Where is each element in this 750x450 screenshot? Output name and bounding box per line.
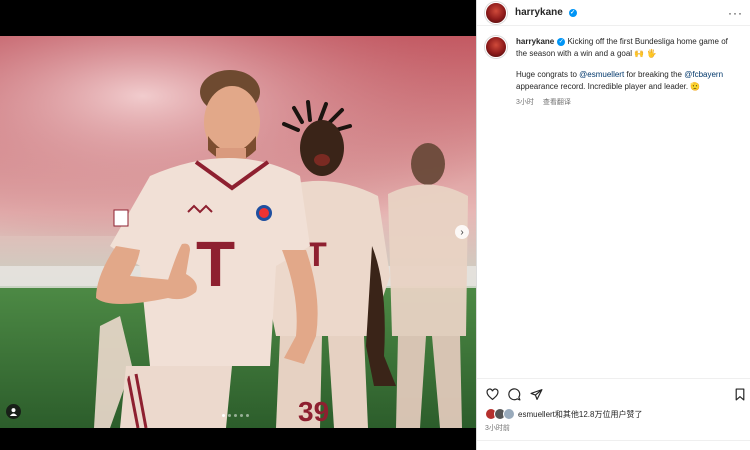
post-header: harrykane ✓ ···	[477, 0, 750, 26]
comment-area-divider	[477, 440, 750, 450]
caption-avatar[interactable]	[485, 36, 507, 58]
carousel-dot	[246, 414, 249, 417]
liker-avatars	[485, 408, 515, 420]
carousel-next-button[interactable]: ›	[455, 225, 469, 239]
likes-text[interactable]: esmuellert和其他12.8万位用户赞了	[518, 409, 642, 420]
username-text[interactable]: harrykane	[515, 7, 563, 18]
football-celebration-image: T 39 T	[0, 36, 476, 428]
mention-link-fcbayern[interactable]: @fcbayern	[684, 70, 723, 79]
tagged-users-button[interactable]	[6, 404, 21, 419]
caption-text-segment: appearance record. Incredible player and…	[516, 82, 701, 91]
post-media: T 39 T ›	[0, 0, 476, 450]
paper-plane-icon	[529, 388, 543, 400]
user-icon	[9, 408, 18, 416]
caption-text-segment: for breaking the	[624, 70, 685, 79]
carousel-dot	[222, 414, 225, 417]
header-username[interactable]: harrykane ✓	[515, 7, 577, 18]
save-button[interactable]	[733, 387, 747, 401]
verified-badge-icon: ✓	[568, 9, 577, 17]
carousel-dot	[228, 414, 231, 417]
jersey-number: 39	[298, 396, 329, 427]
caption-meta: 3小时 查看翻译	[516, 97, 741, 109]
caption-username[interactable]: harrykane	[516, 37, 554, 46]
carousel-indicator	[222, 414, 249, 417]
post-photo[interactable]: T 39 T	[0, 36, 476, 428]
caption-timestamp: 3小时	[516, 99, 534, 106]
post-caption: harrykane ✓ Kicking off the first Bundesl…	[477, 26, 750, 109]
comment-button[interactable]	[507, 387, 521, 401]
chevron-right-icon: ›	[460, 226, 464, 238]
bookmark-icon	[735, 387, 745, 401]
action-bar	[477, 378, 750, 409]
avatar	[503, 408, 515, 420]
like-button[interactable]	[485, 387, 499, 401]
carousel-dot	[234, 414, 237, 417]
mention-link-esmuellert[interactable]: @esmuellert	[579, 70, 624, 79]
more-options-icon[interactable]: ···	[728, 6, 743, 20]
caption-text: harrykane ✓ Kicking off the first Bundesl…	[516, 36, 741, 60]
likes-summary[interactable]: esmuellert和其他12.8万位用户赞了	[485, 408, 642, 420]
heart-icon	[485, 387, 499, 400]
translate-link[interactable]: 查看翻译	[543, 99, 571, 106]
post-timestamp: 3小时前	[485, 425, 510, 432]
carousel-dot	[240, 414, 243, 417]
share-button[interactable]	[529, 387, 543, 401]
caption-text-segment: Huge congrats to	[516, 70, 580, 79]
caption-body: harrykane ✓ Kicking off the first Bundesl…	[516, 36, 741, 109]
jersey-letter: T	[196, 228, 235, 300]
post-sidebar: harrykane ✓ ··· harrykane ✓ Kicking off t…	[476, 0, 750, 450]
comment-icon	[507, 387, 521, 401]
avatar[interactable]	[485, 1, 507, 24]
caption-paragraph-2: Huge congrats to @esmuellert for breakin…	[516, 69, 741, 93]
